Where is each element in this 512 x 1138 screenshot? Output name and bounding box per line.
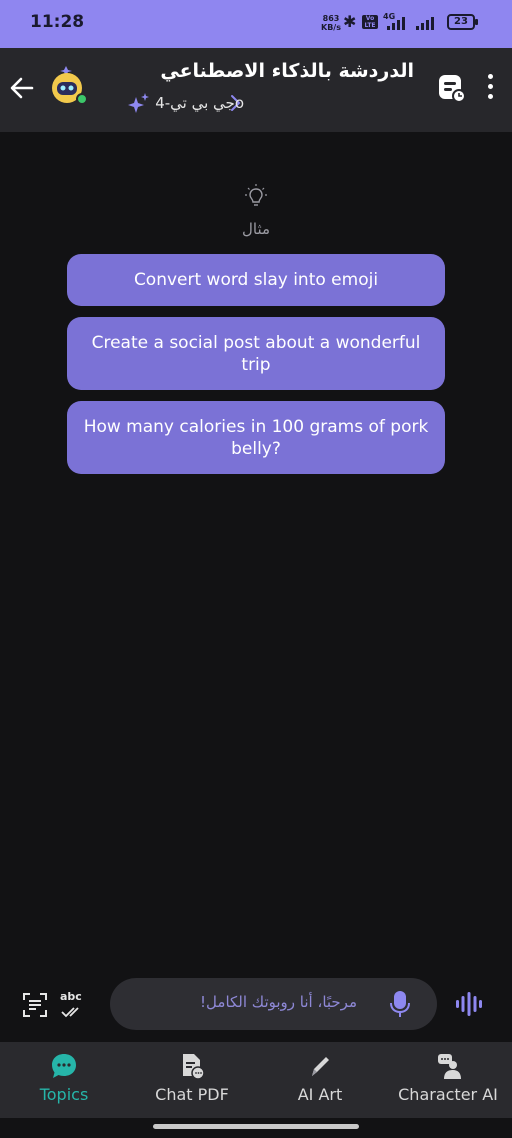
home-indicator[interactable]: [153, 1124, 359, 1129]
nav-tab-ai-art[interactable]: AI Art: [256, 1042, 384, 1118]
suggestion-text: How many calories in 100 grams of pork b…: [83, 416, 429, 459]
nav-label: Character AI: [398, 1085, 498, 1104]
nav-label: AI Art: [297, 1085, 343, 1104]
pen-icon: [312, 1057, 329, 1076]
microphone-icon[interactable]: [390, 989, 410, 1019]
volte-icon: Vo LTE: [362, 15, 378, 29]
lightbulb-icon: [245, 184, 267, 206]
message-input[interactable]: مرحبًا، أنا روبوتك الكامل!: [110, 978, 437, 1030]
examples-label: مثال: [241, 220, 271, 238]
more-options-icon[interactable]: [482, 74, 498, 104]
signal-icon-2: [414, 14, 440, 30]
suggestion-button-1[interactable]: Convert word slay into emoji: [67, 254, 445, 306]
character-icon: [438, 1054, 461, 1079]
sparkle-icon: [128, 93, 150, 113]
nav-label: Topics: [39, 1085, 89, 1104]
network-speed-unit: KB/s: [321, 23, 341, 32]
suggestion-button-2[interactable]: Create a social post about a wonderful t…: [67, 317, 445, 390]
bluetooth-icon: ✱: [343, 12, 357, 31]
signal-icon: [385, 14, 411, 30]
pdf-chat-icon: [183, 1054, 205, 1080]
model-selector[interactable]: جي بي تي-4o: [127, 90, 244, 116]
back-arrow-icon[interactable]: [8, 74, 36, 102]
network-speed-value: 863: [322, 14, 340, 23]
suggestion-text: Create a social post about a wonderful t…: [91, 332, 421, 375]
suggestion-button-3[interactable]: How many calories in 100 grams of pork b…: [67, 401, 445, 474]
chat-history-icon[interactable]: [436, 72, 468, 104]
nav-label: Chat PDF: [155, 1085, 229, 1104]
scan-text-icon[interactable]: [22, 992, 48, 1018]
nav-tab-character-ai[interactable]: Character AI: [384, 1042, 512, 1118]
message-input-placeholder: مرحبًا، أنا روبوتك الكامل!: [200, 993, 357, 1011]
spellcheck-button[interactable]: abc: [60, 990, 88, 1020]
double-check-icon: [61, 1007, 79, 1018]
nav-tab-topics[interactable]: Topics: [0, 1042, 128, 1118]
status-time: 11:28: [30, 12, 85, 32]
chat-bubble-icon: [52, 1054, 76, 1078]
bottom-navigation: Topics Chat PDF AI Art Character AI: [0, 1042, 512, 1118]
battery-icon: 23: [447, 14, 478, 30]
network-speed: 863 KB/s: [321, 14, 341, 32]
spellcheck-label: abc: [60, 990, 82, 1003]
bot-avatar: [52, 66, 88, 105]
page-title: الدردشة بالذكاء الاصطناعي: [160, 60, 414, 82]
voice-wave-icon[interactable]: [455, 990, 483, 1018]
model-name: جي بي تي-4o: [155, 94, 244, 112]
suggestion-text: Convert word slay into emoji: [133, 270, 379, 290]
nav-tab-chat-pdf[interactable]: Chat PDF: [128, 1042, 256, 1118]
app-header: الدردشة بالذكاء الاصطناعي جي بي تي-4o: [0, 48, 512, 132]
status-bar: 11:28 863 KB/s ✱ Vo LTE 4G 23: [0, 0, 512, 48]
